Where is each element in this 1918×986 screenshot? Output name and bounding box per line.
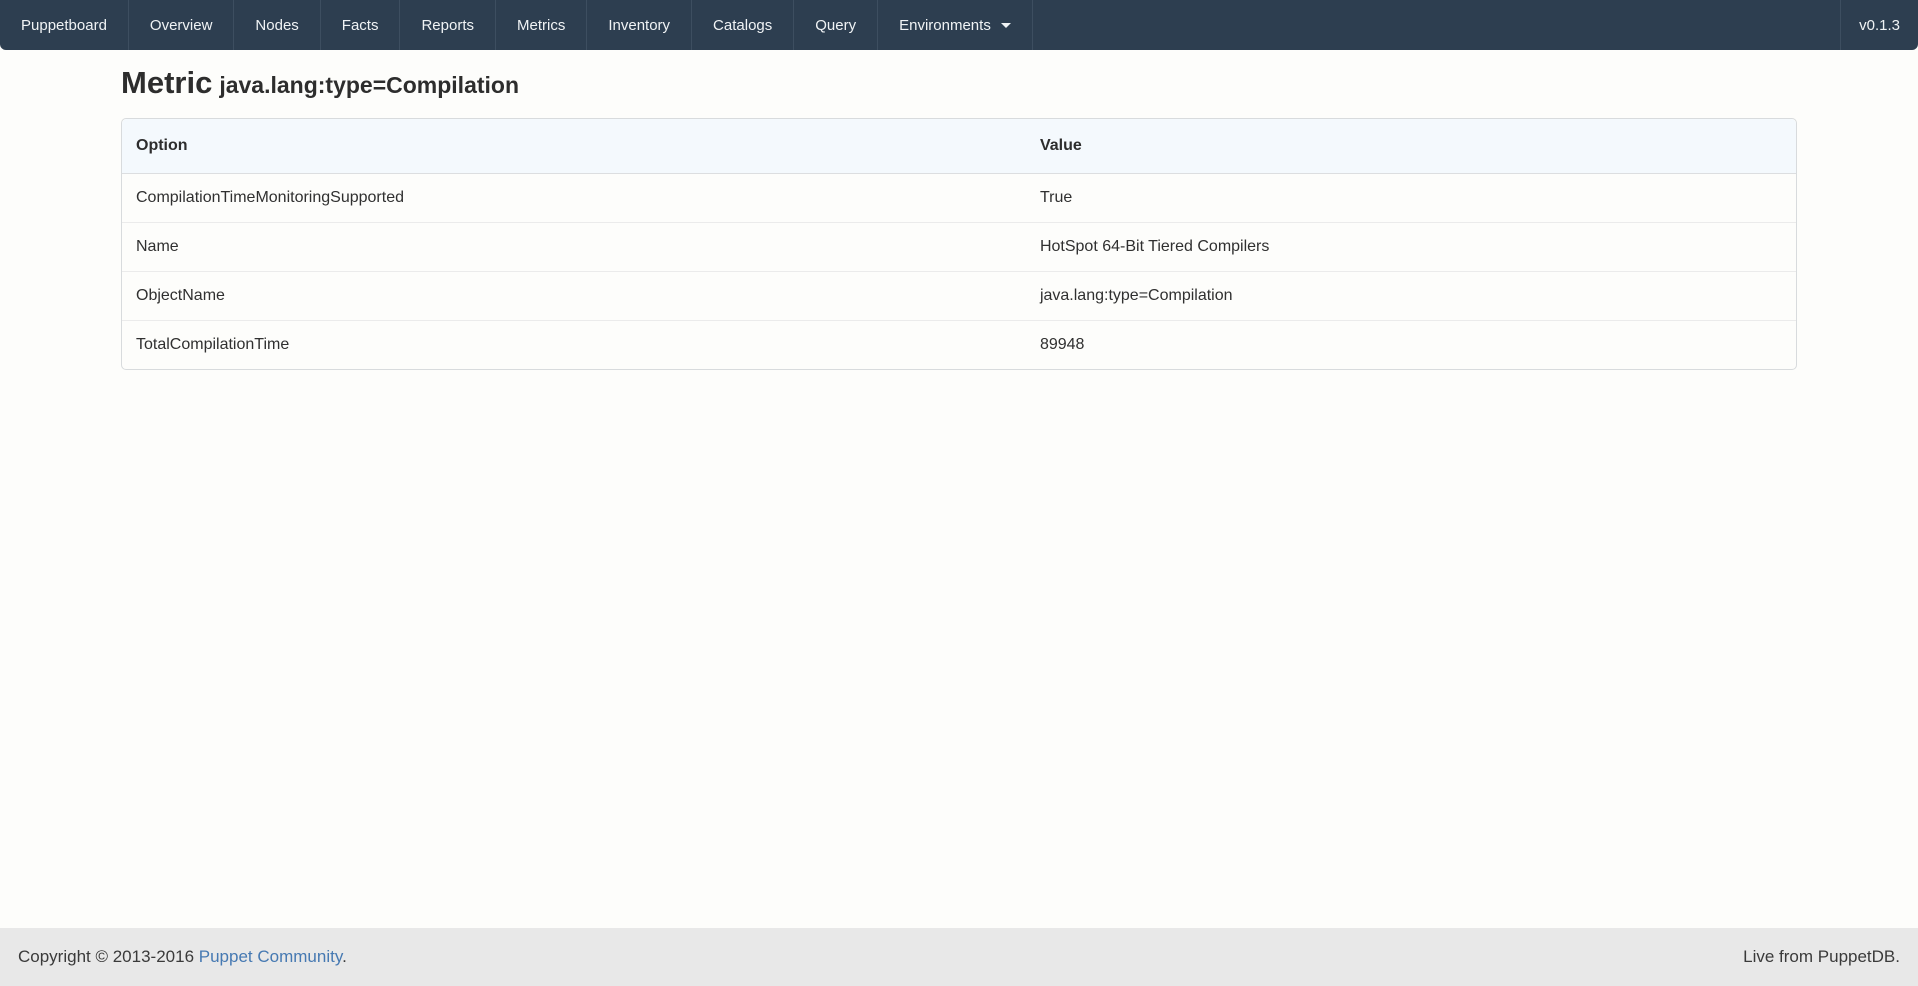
option-cell: TotalCompilationTime (122, 321, 1026, 369)
table-row: TotalCompilationTime 89948 (122, 321, 1796, 369)
page-title: Metric java.lang:type=Compilation (121, 63, 1797, 103)
puppet-community-link[interactable]: Puppet Community (199, 947, 342, 966)
value-cell: java.lang:type=Compilation (1026, 272, 1796, 321)
nav-item-facts[interactable]: Facts (321, 0, 401, 50)
footer-copyright: Copyright © 2013-2016 Puppet Community. (18, 947, 347, 967)
nav-item-inventory[interactable]: Inventory (587, 0, 692, 50)
footer-copyright-suffix: . (342, 947, 347, 966)
option-cell: CompilationTimeMonitoringSupported (122, 174, 1026, 223)
nav-item-overview[interactable]: Overview (129, 0, 235, 50)
page-subtitle: java.lang:type=Compilation (219, 72, 519, 98)
chevron-down-icon (1001, 23, 1011, 28)
nav-item-reports[interactable]: Reports (400, 0, 496, 50)
table-row: CompilationTimeMonitoringSupported True (122, 174, 1796, 223)
top-navbar: Puppetboard Overview Nodes Facts Reports… (0, 0, 1918, 50)
nav-dropdown-environments[interactable]: Environments (878, 0, 1033, 50)
nav-dropdown-environments-label: Environments (899, 17, 991, 34)
nav-item-query[interactable]: Query (794, 0, 878, 50)
table-row: Name HotSpot 64-Bit Tiered Compilers (122, 223, 1796, 272)
navbar-version: v0.1.3 (1840, 0, 1918, 50)
value-cell: 89948 (1026, 321, 1796, 369)
page-title-text: Metric (121, 65, 212, 100)
nav-item-nodes[interactable]: Nodes (234, 0, 320, 50)
nav-item-catalogs[interactable]: Catalogs (692, 0, 794, 50)
navbar-brand[interactable]: Puppetboard (0, 0, 129, 50)
option-cell: Name (122, 223, 1026, 272)
footer-copyright-text: Copyright © 2013-2016 (18, 947, 199, 966)
footer-live-status: Live from PuppetDB. (1743, 947, 1900, 967)
main-content: Metric java.lang:type=Compilation Option … (0, 50, 1918, 928)
column-header-option: Option (122, 119, 1026, 174)
table-header-row: Option Value (122, 119, 1796, 174)
table-row: ObjectName java.lang:type=Compilation (122, 272, 1796, 321)
option-cell: ObjectName (122, 272, 1026, 321)
nav-item-metrics[interactable]: Metrics (496, 0, 587, 50)
value-cell: HotSpot 64-Bit Tiered Compilers (1026, 223, 1796, 272)
value-cell: True (1026, 174, 1796, 223)
site-footer: Copyright © 2013-2016 Puppet Community. … (0, 928, 1918, 986)
column-header-value: Value (1026, 119, 1796, 174)
metric-table: Option Value CompilationTimeMonitoringSu… (121, 118, 1797, 370)
